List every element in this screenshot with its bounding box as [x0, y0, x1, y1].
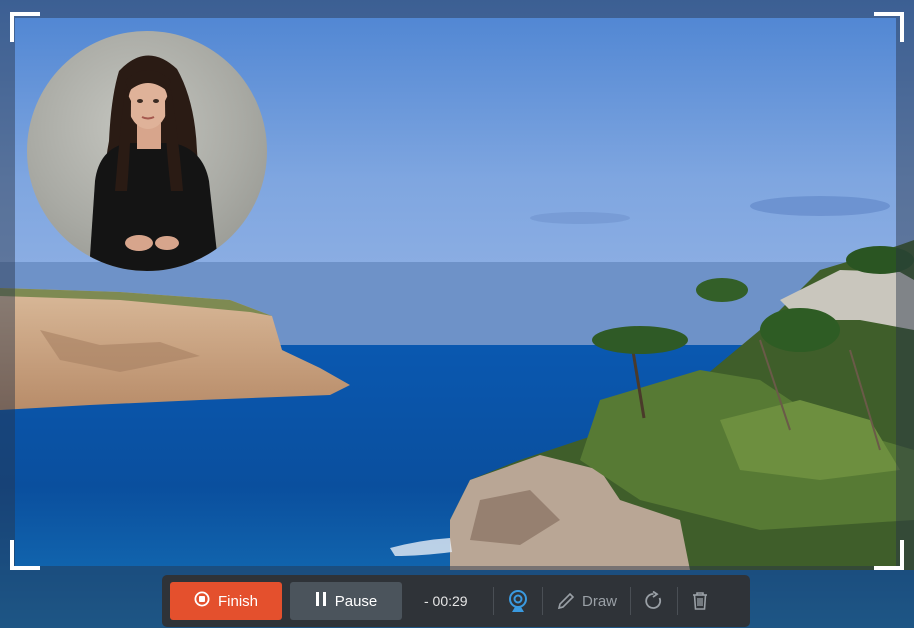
capture-dim-right [896, 18, 914, 566]
toolbar-divider [493, 587, 494, 615]
delete-button[interactable] [691, 591, 709, 611]
pause-button[interactable]: Pause [290, 582, 402, 620]
pencil-icon [557, 592, 575, 610]
draw-button-label: Draw [582, 592, 618, 610]
webcam-icon [509, 590, 527, 612]
toolbar-divider [630, 587, 632, 615]
finish-button[interactable]: Finish [170, 582, 282, 620]
capture-corner-top-right[interactable] [874, 12, 904, 42]
webcam-person-image [89, 55, 219, 271]
pause-button-label: Pause [334, 592, 378, 610]
capture-corner-top-left[interactable] [10, 12, 40, 42]
finish-button-label: Finish [217, 592, 258, 610]
toolbar-divider [542, 587, 543, 615]
recording-timer: - 00:29 [424, 593, 468, 609]
capture-dim-top [0, 0, 914, 18]
capture-dim-left [0, 18, 15, 566]
restart-button[interactable] [644, 591, 664, 611]
trash-icon [693, 592, 708, 610]
capture-corner-bottom-right[interactable] [874, 540, 904, 570]
rotate-icon [645, 591, 662, 609]
toolbar-divider [677, 587, 679, 615]
pause-icon [315, 592, 327, 610]
webcam-toggle-button[interactable] [507, 589, 529, 613]
draw-button[interactable]: Draw [556, 591, 617, 611]
webcam-overlay[interactable] [27, 31, 267, 271]
capture-corner-bottom-left[interactable] [10, 540, 40, 570]
stop-circle-icon [194, 591, 210, 611]
recording-toolbar: Finish Pause - 00:29 Draw [162, 575, 750, 627]
